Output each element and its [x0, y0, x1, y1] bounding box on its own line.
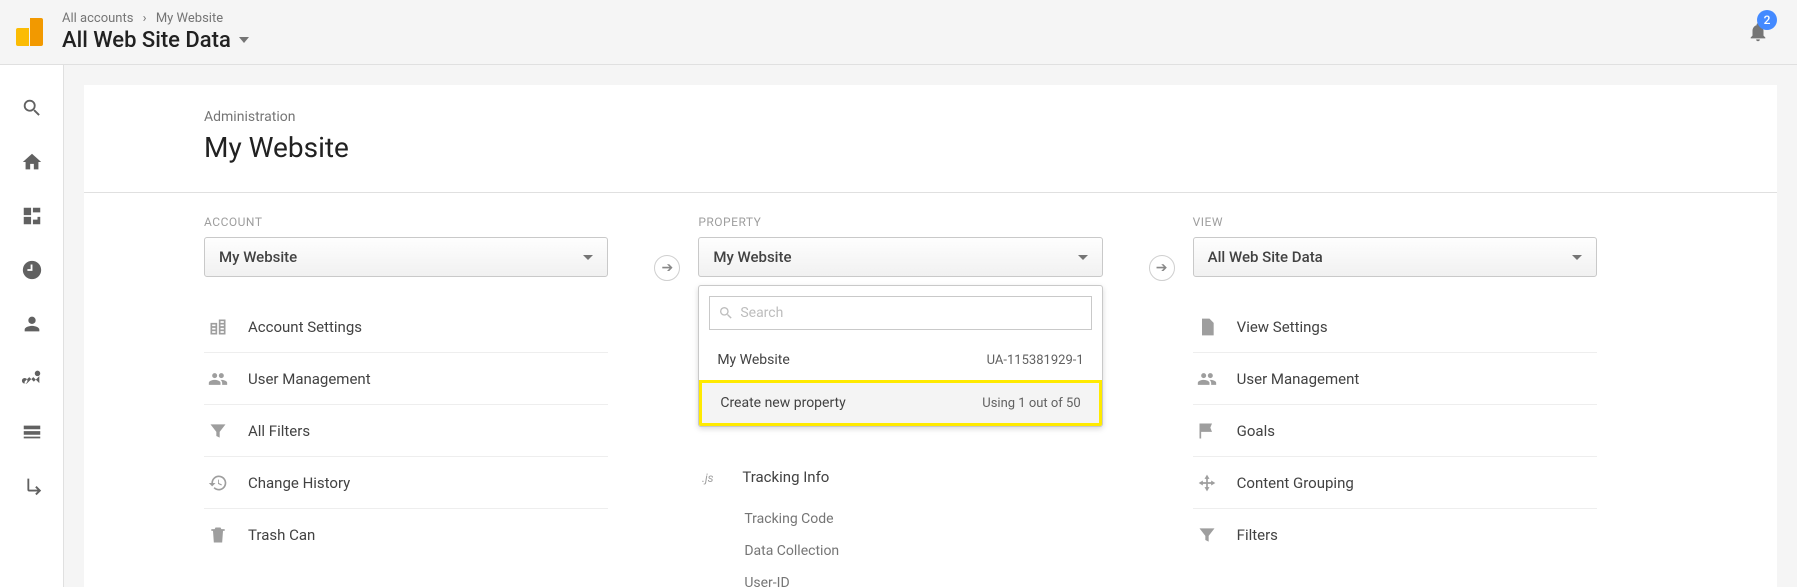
notification-badge[interactable]: 2 [1757, 10, 1777, 30]
menu-label: Trash Can [248, 526, 315, 544]
admin-label: Administration [204, 109, 1657, 125]
user-id-link[interactable]: User-ID [744, 567, 1102, 587]
tracking-sublist: Tracking Code Data Collection User-ID Se… [744, 503, 1102, 587]
create-property-meta: Using 1 out of 50 [982, 396, 1080, 411]
menu-label: Goals [1237, 422, 1275, 440]
admin-title: My Website [204, 131, 1657, 164]
breadcrumb-current[interactable]: My Website [156, 11, 223, 26]
people-icon [1193, 369, 1221, 389]
property-search[interactable] [709, 296, 1091, 330]
ga-logo-icon [16, 18, 44, 46]
account-column: ACCOUNT My Website Account Settings User… [204, 215, 668, 587]
all-filters-link[interactable]: All Filters [204, 405, 608, 457]
people-icon [204, 369, 232, 389]
menu-label: User Management [1237, 370, 1360, 388]
admin-panel: Administration My Website ACCOUNT My Web… [84, 85, 1777, 587]
funnel-icon [1193, 525, 1221, 545]
view-settings-link[interactable]: View Settings [1193, 301, 1597, 353]
chevron-right-icon: › [143, 11, 147, 26]
view-user-management-link[interactable]: User Management [1193, 353, 1597, 405]
page-title: All Web Site Data [62, 28, 231, 53]
account-selected: My Website [219, 248, 297, 266]
property-search-input[interactable] [740, 305, 1082, 321]
create-property-label: Create new property [720, 395, 845, 411]
search-icon [718, 305, 734, 321]
view-section-label: VIEW [1193, 215, 1597, 229]
account-section-label: ACCOUNT [204, 215, 608, 229]
view-switcher[interactable]: All Web Site Data [62, 28, 249, 53]
menu-label: Content Grouping [1237, 474, 1354, 492]
trash-can-link[interactable]: Trash Can [204, 509, 608, 561]
view-selector[interactable]: All Web Site Data [1193, 237, 1597, 277]
breadcrumb-root[interactable]: All accounts [62, 11, 133, 26]
behavior-icon[interactable] [0, 405, 64, 459]
caret-down-icon [239, 37, 249, 43]
breadcrumb[interactable]: All accounts › My Website [62, 11, 249, 28]
user-management-link[interactable]: User Management [204, 353, 608, 405]
account-selector[interactable]: My Website [204, 237, 608, 277]
tracking-info-link[interactable]: .js Tracking Info [698, 451, 1102, 503]
arrow-right-icon[interactable]: ➔ [654, 255, 680, 281]
page-icon [1193, 317, 1221, 337]
property-dropdown: My Website UA-115381929-1 Create new pro… [698, 285, 1102, 427]
building-icon [204, 317, 232, 337]
realtime-icon[interactable] [0, 243, 64, 297]
conversions-icon[interactable] [0, 459, 64, 513]
view-column: ➔ VIEW All Web Site Data View Settings [1163, 215, 1657, 587]
customization-icon[interactable] [0, 189, 64, 243]
data-collection-link[interactable]: Data Collection [744, 535, 1102, 567]
account-settings-link[interactable]: Account Settings [204, 301, 608, 353]
property-column: ➔ PROPERTY My Website My Website U [668, 215, 1162, 587]
property-selected: My Website [713, 248, 791, 266]
filters-link[interactable]: Filters [1193, 509, 1597, 561]
caret-down-icon [583, 255, 593, 260]
menu-label: Account Settings [248, 318, 362, 336]
goals-link[interactable]: Goals [1193, 405, 1597, 457]
menu-label: View Settings [1237, 318, 1328, 336]
audience-icon[interactable] [0, 297, 64, 351]
menu-label: All Filters [248, 422, 310, 440]
property-section-label: PROPERTY [698, 215, 1102, 229]
content-grouping-link[interactable]: Content Grouping [1193, 457, 1597, 509]
property-option-label: My Website [717, 352, 789, 368]
tracking-code-link[interactable]: Tracking Code [744, 503, 1102, 535]
trash-icon [204, 525, 232, 545]
funnel-icon [204, 421, 232, 441]
property-selector[interactable]: My Website [698, 237, 1102, 277]
home-icon[interactable] [0, 135, 64, 189]
menu-label: User Management [248, 370, 371, 388]
app-header: All accounts › My Website All Web Site D… [0, 0, 1797, 65]
search-icon[interactable] [0, 81, 64, 135]
svg-text:.js: .js [702, 471, 714, 485]
menu-label: Filters [1237, 526, 1278, 544]
menu-label: Tracking Info [742, 468, 829, 486]
acquisition-icon[interactable] [0, 351, 64, 405]
caret-down-icon [1572, 255, 1582, 260]
property-option[interactable]: My Website UA-115381929-1 [699, 340, 1101, 380]
nav-rail [0, 65, 64, 587]
grouping-icon [1193, 473, 1221, 493]
divider [84, 192, 1777, 193]
property-option-id: UA-115381929-1 [987, 353, 1084, 368]
create-new-property[interactable]: Create new property Using 1 out of 50 [699, 380, 1101, 426]
flag-icon [1193, 421, 1221, 441]
caret-down-icon [1078, 255, 1088, 260]
change-history-link[interactable]: Change History [204, 457, 608, 509]
menu-label: Change History [248, 474, 350, 492]
js-icon: .js [698, 467, 726, 487]
arrow-right-icon[interactable]: ➔ [1149, 255, 1175, 281]
history-icon [204, 473, 232, 493]
view-selected: All Web Site Data [1208, 248, 1323, 266]
